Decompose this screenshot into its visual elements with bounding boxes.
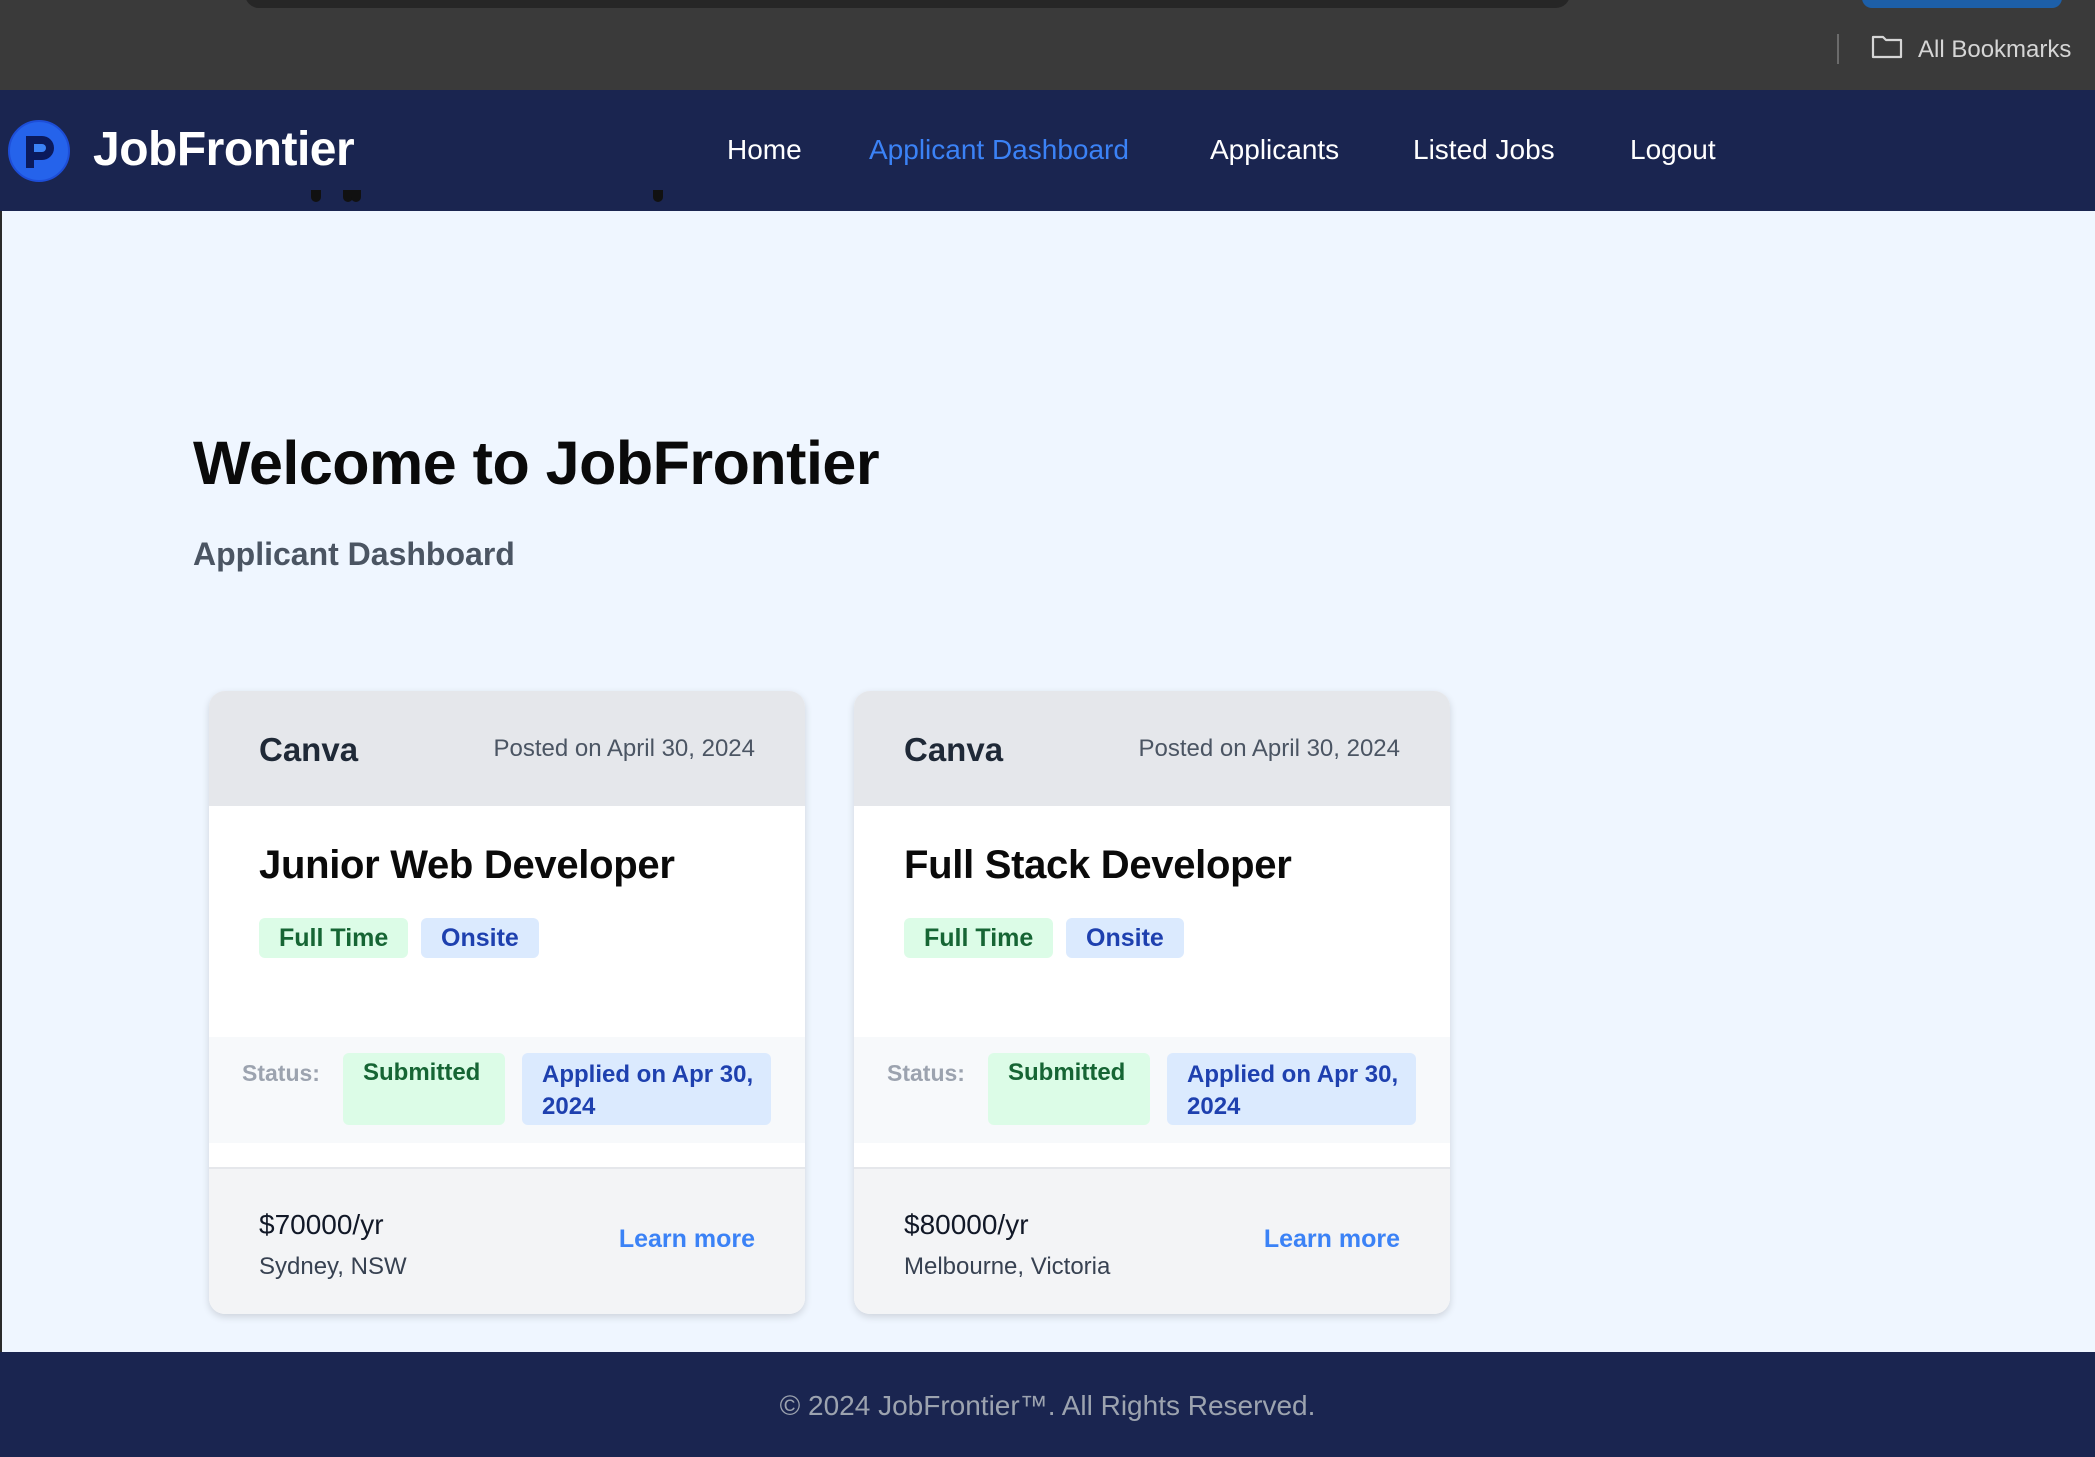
status-label: Status:: [887, 1060, 965, 1086]
scrolled-text-remnant: [193, 190, 673, 212]
company-name: Canva: [904, 731, 1004, 768]
salary: $70000/yr: [259, 1209, 384, 1240]
address-bar[interactable]: [245, 0, 1570, 8]
learn-more-link[interactable]: Learn more: [1264, 1225, 1400, 1254]
copyright-text: © 2024 JobFrontier™. All Rights Reserved…: [779, 1390, 1316, 1421]
status-badge: Submitted: [988, 1053, 1150, 1125]
job-card: Canva Posted on April 30, 2024 Full Stac…: [854, 691, 1450, 1314]
status-label: Status:: [242, 1060, 320, 1086]
job-card-header: Canva Posted on April 30, 2024: [854, 691, 1450, 806]
learn-more-link[interactable]: Learn more: [619, 1225, 755, 1254]
browser-action-button[interactable]: [1862, 0, 2062, 8]
job-card-footer: $70000/yr Sydney, NSW Learn more: [209, 1167, 805, 1314]
job-card: Canva Posted on April 30, 2024 Junior We…: [209, 691, 805, 1314]
application-status: Status: Submitted Applied on Apr 30, 202…: [854, 1037, 1450, 1143]
job-location: Melbourne, Victoria: [904, 1253, 1111, 1280]
job-card-header: Canva Posted on April 30, 2024: [209, 691, 805, 806]
job-location: Sydney, NSW: [259, 1253, 407, 1280]
applied-date-badge: Applied on Apr 30, 2024: [522, 1053, 771, 1125]
job-title: Junior Web Developer: [259, 843, 675, 887]
site-footer: © 2024 JobFrontier™. All Rights Reserved…: [0, 1352, 2095, 1457]
work-mode-tag: Onsite: [421, 918, 539, 958]
applied-date-badge: Applied on Apr 30, 2024: [1167, 1053, 1416, 1125]
job-type-tag: Full Time: [904, 918, 1054, 958]
company-name: Canva: [259, 731, 359, 768]
nav-link-applicants[interactable]: Applicants: [1210, 134, 1339, 166]
page-title: Welcome to JobFrontier: [193, 429, 880, 497]
job-title: Full Stack Developer: [904, 843, 1292, 887]
nav-link-listed-jobs[interactable]: Listed Jobs: [1413, 134, 1555, 166]
nav-link-home[interactable]: Home: [727, 134, 802, 166]
posted-date: Posted on April 30, 2024: [1138, 735, 1400, 762]
application-status: Status: Submitted Applied on Apr 30, 202…: [209, 1037, 805, 1143]
work-mode-tag: Onsite: [1066, 918, 1184, 958]
page-subtitle: Applicant Dashboard: [193, 536, 515, 572]
nav-link-applicant-dashboard[interactable]: Applicant Dashboard: [869, 134, 1129, 166]
folder-icon: [1870, 32, 1904, 67]
posted-date: Posted on April 30, 2024: [493, 735, 755, 762]
main-nav: Home Applicant Dashboard Applicants List…: [0, 134, 2095, 174]
window-edge: [0, 90, 2, 1457]
browser-toolbar: All Bookmarks: [0, 0, 2095, 90]
status-badge: Submitted: [343, 1053, 505, 1125]
all-bookmarks-button[interactable]: All Bookmarks: [1870, 32, 2071, 67]
all-bookmarks-label: All Bookmarks: [1918, 35, 2072, 63]
salary: $80000/yr: [904, 1209, 1029, 1240]
bookmarks-divider: [1837, 34, 1839, 64]
job-card-footer: $80000/yr Melbourne, Victoria Learn more: [854, 1167, 1450, 1314]
nav-link-logout[interactable]: Logout: [1630, 134, 1716, 166]
job-type-tag: Full Time: [259, 918, 409, 958]
